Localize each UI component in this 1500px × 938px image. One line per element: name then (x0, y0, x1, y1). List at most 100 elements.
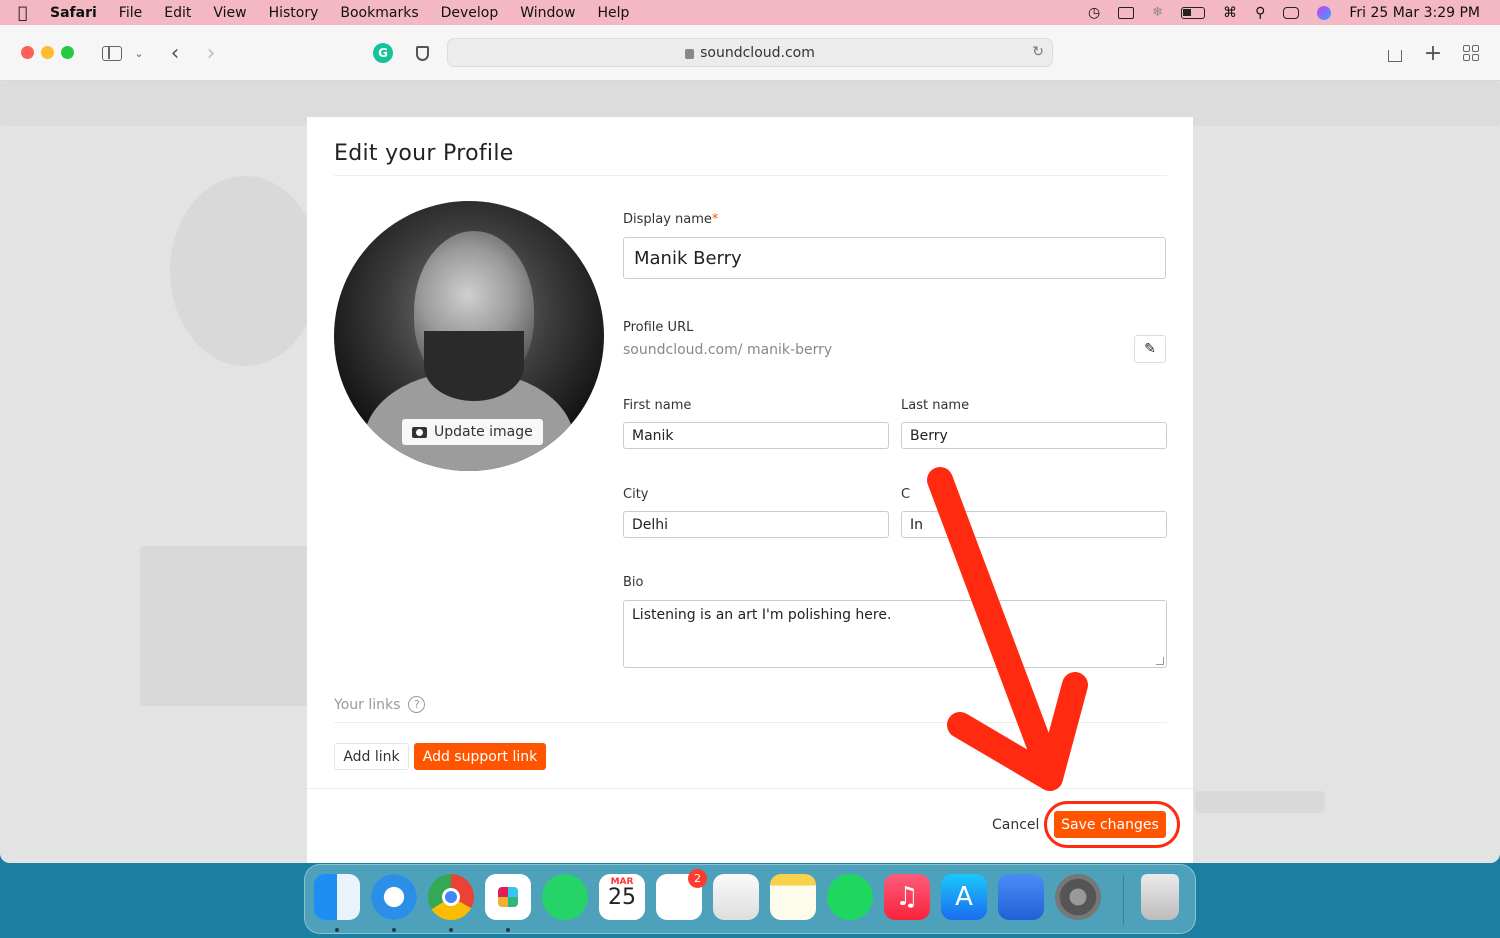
siri-icon[interactable] (1317, 5, 1332, 20)
menu-edit[interactable]: Edit (164, 5, 191, 21)
add-support-link-button[interactable]: Add support link (414, 743, 546, 770)
city-value: Delhi (632, 516, 669, 533)
grammarly-icon[interactable]: G (372, 41, 394, 65)
country-label-end: y (942, 487, 950, 502)
help-icon[interactable]: ? (408, 696, 426, 713)
bio-field[interactable]: Listening is an art I'm polishing here. (623, 600, 1167, 668)
app-menu[interactable]: Safari (50, 5, 97, 21)
battery-icon[interactable] (1181, 6, 1206, 19)
notes-icon[interactable] (770, 874, 816, 920)
menu-bookmarks[interactable]: Bookmarks (340, 5, 418, 21)
music-icon[interactable]: ♫ (884, 874, 930, 920)
privacy-shield-icon[interactable] (412, 41, 432, 65)
highlight-ring (1044, 801, 1180, 848)
city-label: City (623, 487, 649, 502)
close-window-button[interactable] (21, 46, 34, 59)
spotlight-search-icon[interactable]: ⚲ (1255, 5, 1265, 21)
sidebar-toggle-icon[interactable] (101, 41, 123, 65)
clock[interactable]: Fri 25 Mar 3:29 PM (1349, 5, 1480, 21)
profile-url-value: soundcloud.com/ manik-berry (623, 342, 832, 358)
reload-icon[interactable]: ↻ (1032, 44, 1044, 60)
last-name-value: Berry (910, 427, 948, 444)
time-machine-icon[interactable]: ◷ (1088, 5, 1100, 21)
your-links-label: Your links ? (334, 696, 426, 713)
menu-develop[interactable]: Develop (441, 5, 499, 21)
share-icon[interactable] (1385, 41, 1405, 65)
chrome-icon[interactable] (428, 874, 474, 920)
profile-url-prefix: soundcloud.com/ (623, 342, 743, 358)
bio-label: Bio (623, 575, 644, 590)
menu-view[interactable]: View (213, 5, 246, 21)
app-store-icon[interactable]: A (941, 874, 987, 920)
safari-running-dot (392, 928, 396, 932)
apple-menu-icon[interactable]:  (18, 3, 38, 22)
reminders-icon[interactable]: 2 (656, 869, 707, 920)
new-tab-icon[interactable]: + (1423, 41, 1443, 66)
safari-icon[interactable] (371, 874, 417, 920)
first-name-field[interactable]: Manik (623, 422, 889, 449)
minimize-window-button[interactable] (41, 46, 54, 59)
display-name-field[interactable]: Manik Berry (623, 237, 1166, 279)
spotify-icon[interactable] (827, 874, 873, 920)
chrome-running-dot (449, 928, 453, 932)
add-link-button[interactable]: Add link (334, 743, 409, 770)
control-center-icon[interactable] (1283, 6, 1300, 19)
status-area: ◷ ❄ ⌘ ⚲ Fri 25 Mar 3:29 PM (1088, 0, 1480, 25)
avatar-beard-shape (424, 331, 524, 401)
browser-toolbar: ⌄ ‹ › G soundcloud.com ↻ + (0, 25, 1500, 81)
update-image-button[interactable]: Update image (402, 419, 543, 445)
profile-url-label: Profile URL (623, 320, 694, 335)
back-icon[interactable]: ‹ (166, 41, 184, 66)
lock-icon (685, 48, 695, 59)
bio-value: Listening is an art I'm polishing here. (632, 607, 892, 623)
links-divider (334, 722, 1167, 723)
edit-url-pencil-icon[interactable]: ✎ (1134, 335, 1166, 363)
last-name-field[interactable]: Berry (901, 422, 1167, 449)
country-field[interactable]: In (901, 511, 1167, 538)
background-sidebar-bar (1195, 791, 1325, 813)
wifi-icon[interactable]: ⌘ (1223, 5, 1237, 21)
whatsapp-icon[interactable] (542, 874, 588, 920)
edit-profile-dialog: Edit your Profile Update image Display n… (307, 117, 1193, 863)
finder-icon[interactable] (314, 874, 360, 920)
resize-handle-icon[interactable] (1156, 657, 1164, 665)
last-name-label: Last name (901, 398, 970, 413)
tab-overview-icon[interactable] (1461, 41, 1481, 65)
city-field[interactable]: Delhi (623, 511, 889, 538)
screen-icon[interactable] (1118, 6, 1135, 19)
forward-icon[interactable]: › (202, 41, 220, 66)
menu-help[interactable]: Help (597, 5, 629, 21)
display-name-label-text: Display name (623, 212, 712, 227)
zoom-window-button[interactable] (61, 46, 74, 59)
safari-window: ⌄ ‹ › G soundcloud.com ↻ + Edit your Pro… (0, 25, 1500, 863)
trash-icon[interactable] (1141, 874, 1179, 920)
page-backdrop: Edit your Profile Update image Display n… (0, 81, 1500, 863)
system-preferences-icon[interactable] (1055, 874, 1101, 920)
extension-icon[interactable]: ❄ (1152, 5, 1163, 20)
calendar-icon[interactable]: MAR 25 (599, 874, 645, 920)
menu-history[interactable]: History (269, 5, 319, 21)
nordvpn-icon[interactable] (998, 874, 1044, 920)
slack-running-dot (506, 928, 510, 932)
first-name-label: First name (623, 398, 692, 413)
update-image-label: Update image (434, 424, 533, 440)
display-name-label: Display name* (623, 212, 718, 227)
cancel-button[interactable]: Cancel (992, 817, 1039, 833)
camera-icon (412, 426, 427, 438)
menu-bar:  Safari File Edit View History Bookmark… (0, 0, 1500, 25)
background-avatar (170, 176, 320, 366)
dialog-footer: Cancel Save changes (307, 788, 1193, 863)
profile-url-slug: manik-berry (746, 342, 833, 358)
menu-window[interactable]: Window (520, 5, 575, 21)
dialog-title: Edit your Profile (334, 141, 514, 166)
reminders-badge: 2 (688, 869, 707, 888)
textedit-icon[interactable] (713, 874, 759, 920)
menu-file[interactable]: File (119, 5, 142, 21)
background-panel (140, 546, 310, 706)
first-name-value: Manik (632, 427, 674, 444)
slack-icon[interactable] (485, 874, 531, 920)
dock: MAR 25 2 ♫ A (304, 864, 1196, 934)
tab-group-chevron-icon[interactable]: ⌄ (132, 41, 146, 65)
address-bar[interactable]: soundcloud.com ↻ (447, 38, 1053, 67)
calendar-day: 25 (608, 885, 636, 910)
